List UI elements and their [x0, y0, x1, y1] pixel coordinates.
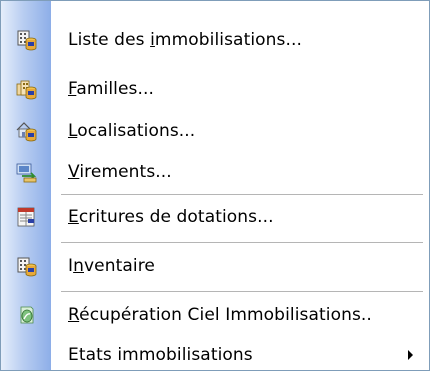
submenu-arrow-icon — [408, 350, 413, 360]
menu-item-label: Etats immobilisations — [68, 345, 253, 365]
family-buildings-database-icon — [16, 80, 37, 100]
menu-item-localisations[interactable]: Localisations... — [1, 112, 429, 150]
menu-item-liste-immobilisations[interactable]: Liste des immobilisations... — [1, 21, 429, 59]
menu-item-label: Virements... — [68, 162, 172, 182]
menu-item-label: Récupération Ciel Immobilisations.. — [68, 305, 372, 325]
accounting-entries-icon — [17, 207, 35, 227]
menu-item-label: Inventaire — [68, 256, 155, 276]
menu-separator — [61, 242, 423, 243]
menu-item-inventaire[interactable]: Inventaire — [1, 247, 429, 285]
menu-item-label: Localisations... — [68, 121, 196, 141]
menu-item-familles[interactable]: Familles... — [1, 70, 429, 108]
ciel-recovery-icon — [20, 306, 34, 324]
menu-item-recuperation-ciel[interactable]: Récupération Ciel Immobilisations.. — [1, 296, 429, 334]
menu-item-label: Liste des immobilisations... — [68, 30, 303, 50]
menu-item-virements[interactable]: Virements... — [1, 153, 429, 191]
inventory-database-icon — [17, 257, 37, 277]
building-database-icon — [17, 30, 37, 51]
context-menu: Liste des immobilisations... Familles...… — [0, 0, 430, 371]
menu-separator — [61, 194, 423, 195]
menu-item-label: Familles... — [68, 79, 155, 99]
menu-item-etats-immobilisations[interactable]: Etats immobilisations — [1, 336, 429, 370]
transfer-icon — [16, 163, 37, 183]
house-database-icon — [16, 122, 37, 142]
menu-item-ecritures-dotations[interactable]: Ecritures de dotations... — [1, 198, 429, 236]
menu-item-label: Ecritures de dotations... — [68, 207, 274, 227]
menu-separator — [61, 291, 423, 292]
